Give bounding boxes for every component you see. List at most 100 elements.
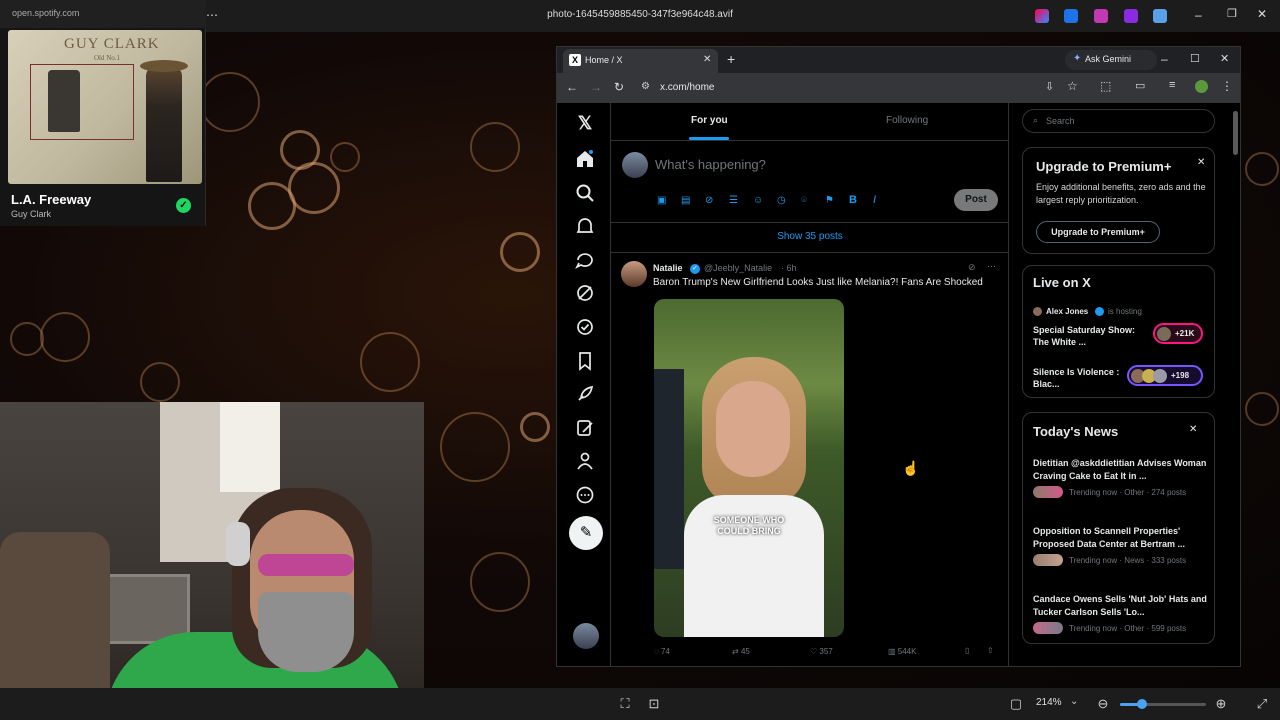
schedule-icon[interactable]: ◷	[777, 195, 786, 206]
account-avatar[interactable]	[573, 623, 599, 649]
chevron-down-icon[interactable]: ⌄	[1070, 696, 1078, 707]
install-icon[interactable]: ⇩	[1045, 80, 1054, 93]
app-icon[interactable]	[1124, 9, 1138, 23]
share-icon[interactable]: ⇧	[987, 646, 994, 655]
zoom-slider[interactable]	[1120, 699, 1206, 709]
live-item-listeners[interactable]: +21K	[1153, 323, 1203, 344]
tweet-more-icon[interactable]: ⋯	[987, 261, 996, 272]
explore-icon[interactable]	[575, 183, 595, 203]
scrollbar[interactable]	[1233, 111, 1238, 155]
jobs-icon[interactable]	[575, 384, 595, 404]
video-caption-line2: COULD BRING	[717, 526, 781, 536]
bookmark-icon[interactable]: ▯	[965, 646, 969, 655]
close-icon[interactable]: ✕	[1189, 424, 1197, 435]
like-button[interactable]: ♡ 357	[810, 647, 833, 656]
tweet-author[interactable]: Natalie	[653, 263, 683, 273]
tab-following[interactable]: Following	[886, 115, 928, 126]
grok-icon[interactable]	[575, 283, 595, 303]
app-icon[interactable]	[1153, 9, 1167, 23]
bookmark-star-icon[interactable]: ☆	[1067, 79, 1078, 93]
tab-for-you[interactable]: For you	[691, 115, 728, 126]
news-item[interactable]: Opposition to Scannell Properties' Propo…	[1023, 521, 1214, 585]
zoom-slider-thumb[interactable]	[1136, 699, 1147, 709]
zoom-out-icon[interactable]: ⊖	[1095, 696, 1111, 712]
avatar	[1157, 327, 1171, 341]
profile-icon[interactable]	[575, 451, 595, 471]
site-info-icon[interactable]: ⚙	[641, 81, 650, 92]
bold-icon[interactable]: B	[849, 194, 857, 206]
flag-icon[interactable]: ⚑	[825, 195, 834, 206]
views-icon: ▥	[888, 647, 898, 656]
news-title: Today's News	[1033, 424, 1119, 439]
host-name[interactable]: Alex Jones	[1046, 307, 1088, 316]
maximize-icon[interactable]: ☐	[1190, 52, 1200, 65]
forward-icon[interactable]: →	[590, 80, 602, 94]
poll-icon[interactable]: ☰	[729, 195, 738, 206]
compose-post-button[interactable]: ✎	[569, 516, 603, 550]
address-bar[interactable]: x.com/home	[660, 82, 714, 93]
grok-icon[interactable]: ⊘	[705, 195, 713, 206]
actual-size-icon[interactable]: ▢	[1008, 696, 1024, 712]
back-icon[interactable]: ←	[566, 80, 578, 94]
tweet-handle[interactable]: @Jeebly_Natalie	[704, 263, 772, 273]
new-tab-icon[interactable]: +	[727, 51, 735, 67]
saved-check-icon[interactable]: ✓	[176, 198, 191, 213]
zoom-in-icon[interactable]: ⊕	[1213, 696, 1229, 712]
info-icon[interactable]: ⊡	[646, 696, 662, 712]
gif-icon[interactable]: ▤	[681, 195, 690, 206]
more-options-icon[interactable]: ⋯	[206, 8, 218, 22]
gemini-icon: ✦	[1073, 53, 1082, 64]
more-icon[interactable]	[575, 485, 595, 505]
live-item-listeners[interactable]: +198	[1127, 365, 1203, 386]
premium-icon[interactable]	[575, 418, 595, 438]
reply-button[interactable]: ◌ 74	[654, 647, 670, 656]
media-icon[interactable]: ≡	[1169, 79, 1175, 91]
tweet[interactable]: Natalie ✓ @Jeebly_Natalie · 6h ⊘ ⋯ Baron…	[611, 253, 1009, 666]
news-item[interactable]: Candace Owens Sells 'Nut Job' Hats and T…	[1023, 589, 1214, 645]
ask-gemini-button[interactable]: ✦ Ask Gemini	[1065, 50, 1157, 70]
close-window-icon[interactable]: ✕	[1220, 52, 1229, 65]
views-button[interactable]: ▥ 544K	[888, 647, 916, 656]
browser-window: X Home / X ✕ + ✦ Ask Gemini – ☐ ✕ ← → ↻ …	[556, 46, 1241, 667]
app-icon[interactable]	[1064, 9, 1078, 23]
close-tab-icon[interactable]: ✕	[703, 54, 711, 65]
emoji-icon[interactable]: ☺	[753, 195, 763, 206]
reload-icon[interactable]: ↻	[614, 80, 624, 94]
maximize-icon[interactable]: ❐	[1227, 7, 1237, 20]
repost-button[interactable]: ⇄ 45	[732, 647, 750, 656]
copilot-icon[interactable]	[1035, 9, 1049, 23]
fit-to-window-icon[interactable]: ⛶	[617, 696, 633, 712]
italic-icon[interactable]: I	[873, 194, 876, 206]
home-icon[interactable]	[575, 149, 595, 169]
sidebar-icon[interactable]: ▭	[1135, 79, 1145, 92]
media-icon[interactable]: ▣	[657, 195, 666, 206]
minimize-icon[interactable]: –	[1161, 52, 1168, 66]
x-logo-icon[interactable]: 𝕏	[575, 113, 595, 133]
close-icon[interactable]: ✕	[1257, 7, 1267, 21]
news-item[interactable]: Dietitian @askddietitian Advises Woman C…	[1023, 453, 1214, 517]
show-new-posts[interactable]: Show 35 posts	[611, 223, 1009, 253]
browser-tab[interactable]: X Home / X ✕	[563, 49, 718, 73]
post-button[interactable]: Post	[954, 189, 998, 211]
tweet-avatar[interactable]	[621, 261, 647, 287]
notifications-icon[interactable]	[575, 216, 595, 236]
full-screen-icon[interactable]: ⤢	[1254, 696, 1270, 712]
grok-analyze-icon[interactable]: ⊘	[968, 262, 976, 273]
messages-icon[interactable]	[575, 250, 595, 270]
bookmarks-icon[interactable]	[575, 351, 595, 371]
menu-icon[interactable]: ⋮	[1221, 79, 1233, 93]
live-item-title[interactable]: Special Saturday Show: The White ...	[1033, 324, 1143, 348]
app-icon[interactable]	[1094, 9, 1108, 23]
upgrade-button[interactable]: Upgrade to Premium+	[1036, 221, 1160, 243]
extensions-icon[interactable]: ⬚	[1100, 79, 1111, 93]
minimize-icon[interactable]: –	[1195, 8, 1202, 22]
tweet-image[interactable]: SOMEONE WHO COULD BRING	[654, 299, 844, 637]
zoom-level[interactable]: 214%	[1036, 697, 1062, 708]
tweet-time[interactable]: · 6h	[781, 263, 797, 273]
profile-avatar[interactable]	[1195, 80, 1208, 93]
close-icon[interactable]: ✕	[1197, 157, 1205, 168]
compose-input[interactable]: What's happening?	[655, 157, 766, 172]
location-icon[interactable]: ⌾	[801, 195, 807, 206]
verified-orgs-icon[interactable]	[575, 317, 595, 337]
search-input[interactable]: ⌕ Search	[1022, 109, 1215, 133]
